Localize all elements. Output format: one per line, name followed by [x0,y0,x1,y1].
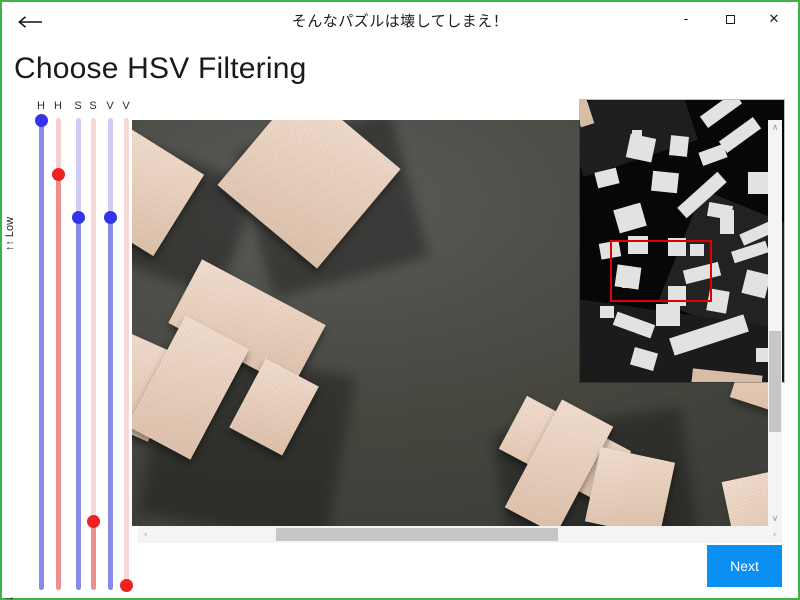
slider-fill [107,217,113,590]
axis-label-high: High ↓↓ [3,596,15,600]
slider-h-low[interactable] [34,113,48,590]
slider-fill [90,521,96,590]
mask-blob [600,306,614,318]
slider-thumb-s-high[interactable] [86,515,100,529]
horizontal-scrollbar[interactable]: ‹ › [138,526,782,543]
slider-label-h-high: H [54,100,62,112]
mask-blob [718,116,762,154]
slider-thumb-v-high[interactable] [119,578,133,592]
back-button[interactable] [8,4,54,40]
mask-blob [613,202,647,234]
slider-fill [38,120,44,590]
slider-label-v-low: V [106,100,114,112]
slider-thumb-s-low[interactable] [71,210,85,224]
maximize-icon [725,14,735,24]
mask-blob [720,210,734,234]
mask-blob [699,100,743,129]
mask-blob [632,130,642,152]
selection-rectangle[interactable] [610,240,712,302]
scroll-left-button[interactable]: ‹ [138,526,153,543]
mask-blob [651,170,679,194]
slider-thumb-h-high[interactable] [51,168,65,182]
hsv-slider-panel: H H S S V V ↑↑ Low High ↓↓ [2,100,133,600]
hsv-filtered-preview[interactable] [580,100,784,382]
slider-track[interactable] [123,118,129,590]
slider-label-s-low: S [74,100,82,112]
vertical-scrollbar[interactable]: ∧ ∨ [768,120,782,526]
scroll-up-button[interactable]: ∧ [768,120,782,135]
mask-blob [669,135,689,157]
close-button[interactable]: ✕ [752,4,796,34]
slider-label-h-low: H [37,100,45,112]
slider-fill [75,217,81,590]
slider-v-low[interactable] [103,118,117,590]
slider-header-row: H H S S V V [2,100,132,116]
slider-h-high[interactable] [51,118,65,590]
slider-s-low[interactable] [71,118,85,590]
slider-s-high[interactable] [86,118,100,590]
slider-label-v-high: V [122,100,130,112]
vertical-scroll-thumb[interactable] [769,330,781,433]
mask-blob [748,172,770,194]
mask-blob [698,143,728,167]
app-window: そんなパズルは壊してしまえ！ - ✕ Choose HSV Filtering … [0,0,800,600]
minimize-button[interactable]: - [664,4,708,34]
slider-thumb-v-low[interactable] [103,210,117,224]
scroll-right-button[interactable]: › [767,526,782,543]
slider-v-high[interactable] [119,118,133,592]
maximize-button[interactable] [708,4,752,34]
page-title: Choose HSV Filtering [14,52,307,85]
slider-thumb-h-low[interactable] [34,113,48,127]
slider-fill [55,174,61,590]
axis-label-low: ↑↑ Low [4,216,17,252]
next-button[interactable]: Next [707,545,782,587]
title-bar: そんなパズルは壊してしまえ！ - ✕ [2,2,798,42]
scroll-down-button[interactable]: ∨ [768,511,782,526]
window-controls: - ✕ [664,2,796,36]
mask-blob [656,304,680,326]
slider-label-s-high: S [89,100,97,112]
horizontal-scroll-thumb[interactable] [275,528,559,541]
